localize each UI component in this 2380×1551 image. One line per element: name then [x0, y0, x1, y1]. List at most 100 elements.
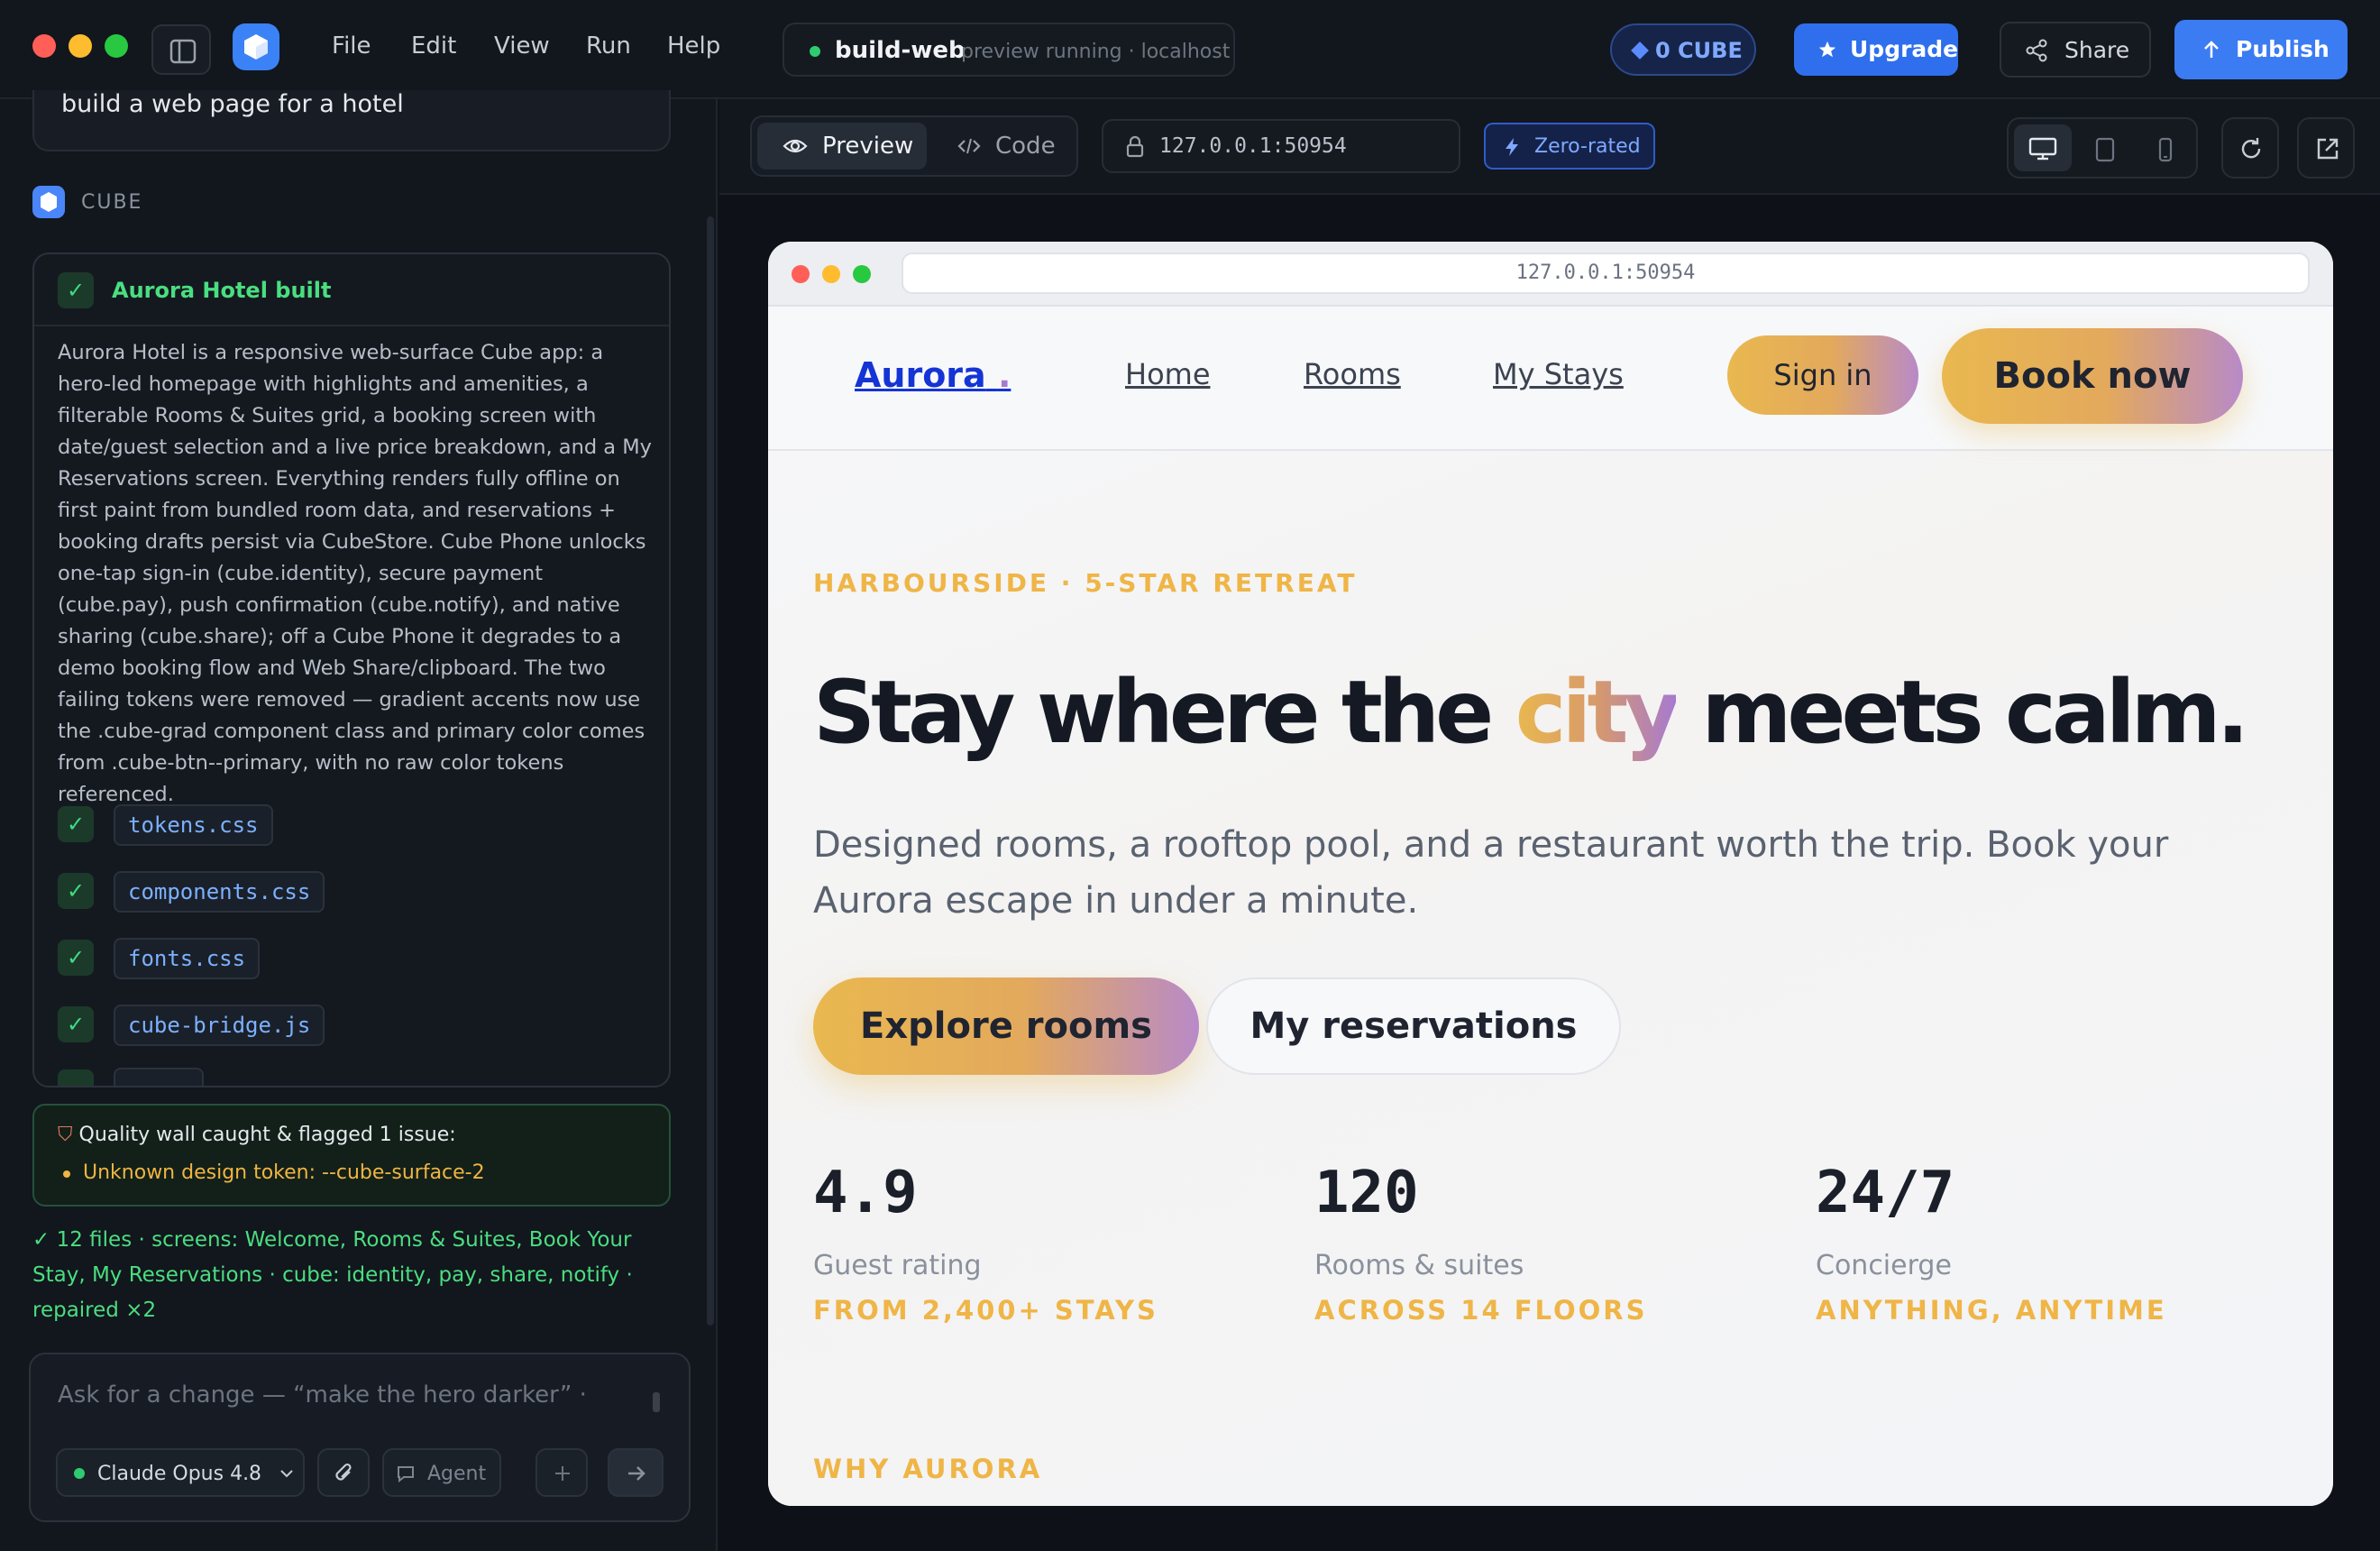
code-icon — [957, 138, 981, 154]
stat-label: Rooms & suites — [1314, 1250, 1524, 1281]
refresh-icon — [2241, 138, 2261, 159]
menu-file[interactable]: File — [332, 32, 371, 60]
quality-wall-notice: ⛉ Quality wall caught & flagged 1 issue:… — [32, 1104, 671, 1207]
book-now-button[interactable]: Book now — [1942, 328, 2243, 424]
project-selector[interactable]: build-web preview running · localhost — [783, 23, 1235, 77]
title-bar: File Edit View Run Help build-web previe… — [0, 0, 2380, 99]
hero-lede: Designed rooms, a rooftop pool, and a re… — [813, 824, 2169, 922]
hero-eyebrow: HARBOURSIDE · 5-STAR RETREAT — [813, 568, 1358, 598]
check-icon: ✓ — [58, 1006, 94, 1042]
chat-composer[interactable]: Ask for a change — “make the hero darker… — [29, 1353, 691, 1522]
plus-icon — [555, 1466, 570, 1481]
diamond-icon — [1631, 41, 1649, 60]
add-button[interactable] — [536, 1448, 588, 1497]
stat-detail: FROM 2,400+ STAYS — [813, 1295, 1158, 1326]
close-window-button[interactable] — [32, 34, 56, 58]
zero-rated-label: Zero-rated — [1534, 135, 1641, 158]
lock-icon — [1126, 135, 1144, 158]
minimize-window-button[interactable] — [69, 34, 92, 58]
hero-heading: Stay where the city meets calm. — [813, 662, 2249, 763]
reload-button[interactable] — [2221, 117, 2279, 179]
browser-chrome: 127.0.0.1:50954 — [768, 242, 2333, 307]
send-button[interactable] — [608, 1448, 664, 1497]
upgrade-label: Upgrade — [1850, 36, 1959, 62]
my-reservations-button[interactable]: My reservations — [1206, 977, 1621, 1075]
share-label: Share — [2064, 37, 2130, 63]
view-mode-tabs: Preview Code — [750, 115, 1078, 177]
external-link-icon — [2317, 138, 2339, 160]
stat-detail: ACROSS 14 FLOORS — [1314, 1295, 1648, 1326]
check-icon: ✓ — [58, 873, 94, 909]
share-icon — [2026, 39, 2047, 62]
arrow-right-icon — [628, 1466, 645, 1481]
cube-balance-badge[interactable]: 0 CUBE — [1610, 23, 1756, 76]
nav-home[interactable]: Home — [1125, 357, 1211, 391]
stat-value: 4.9 — [813, 1160, 918, 1226]
sidebar-icon — [169, 39, 197, 64]
menu-view[interactable]: View — [494, 32, 550, 60]
publish-button[interactable]: Publish — [2174, 20, 2348, 79]
preview-workspace: Preview Code 127.0.0.1:50954 Zero-rated — [719, 99, 2380, 1551]
tab-code[interactable]: Code — [932, 123, 1073, 170]
lightning-icon — [1506, 138, 1518, 156]
section-eyebrow: WHY AURORA — [813, 1454, 1043, 1484]
browser-address-bar[interactable]: 127.0.0.1:50954 — [902, 252, 2310, 294]
result-card-header[interactable]: ✓ Aurora Hotel built — [34, 254, 669, 326]
composer-resize-handle[interactable] — [653, 1392, 660, 1412]
preview-browser: 127.0.0.1:50954 Aurora . Home Rooms My S… — [768, 242, 2333, 1506]
sidebar-toggle-button[interactable] — [151, 24, 211, 75]
share-button[interactable]: Share — [2000, 22, 2151, 78]
device-desktop-button[interactable] — [2014, 124, 2072, 171]
menu-help[interactable]: Help — [667, 32, 720, 60]
file-name[interactable]: components.css — [114, 871, 325, 913]
menu-edit[interactable]: Edit — [411, 32, 456, 60]
eye-icon — [783, 139, 808, 153]
nav-rooms[interactable]: Rooms — [1304, 357, 1401, 391]
maximize-window-button[interactable] — [105, 34, 128, 58]
site-brand-logo[interactable]: Aurora . — [855, 355, 1011, 395]
preview-url-field[interactable]: 127.0.0.1:50954 — [1102, 119, 1460, 173]
chat-scrollbar[interactable] — [707, 216, 714, 1326]
file-name[interactable]: cube-bridge.js — [114, 1005, 325, 1046]
result-title: Aurora Hotel built — [112, 278, 332, 303]
stat-value: 120 — [1314, 1160, 1419, 1226]
paperclip-icon — [335, 1463, 352, 1481]
tab-preview[interactable]: Preview — [757, 123, 927, 170]
file-name[interactable]: fonts.css — [114, 938, 261, 979]
model-label: Claude Opus 4.8 — [97, 1463, 262, 1485]
check-icon: ✓ — [58, 940, 94, 976]
agent-mode-label: Agent — [427, 1463, 487, 1485]
check-icon: ✓ — [58, 806, 94, 842]
result-card: ✓ Aurora Hotel built Aurora Hotel is a r… — [32, 252, 671, 1088]
menu-run[interactable]: Run — [586, 32, 631, 60]
sign-in-button[interactable]: Sign in — [1727, 335, 1918, 415]
hotel-site: Aurora . Home Rooms My Stays Sign in Boo… — [768, 307, 2333, 1506]
nav-my-stays[interactable]: My Stays — [1493, 357, 1624, 391]
arrow-up-icon — [2204, 41, 2219, 58]
result-description: Aurora Hotel is a responsive web-surface… — [58, 341, 652, 806]
user-message: build a web page for a hotel — [32, 90, 671, 151]
browser-minimize-dot — [822, 265, 840, 283]
explore-rooms-button[interactable]: Explore rooms — [813, 977, 1199, 1075]
upgrade-button[interactable]: Upgrade — [1794, 23, 1958, 76]
device-switcher — [2007, 117, 2198, 179]
browser-zoom-dot — [853, 265, 871, 283]
project-status: preview running · localhost — [961, 41, 1231, 63]
zero-rated-badge[interactable]: Zero-rated — [1484, 123, 1655, 170]
check-icon — [58, 1069, 94, 1086]
composer-input[interactable]: Ask for a change — “make the hero darker… — [58, 1381, 587, 1409]
open-external-button[interactable] — [2297, 117, 2355, 179]
file-name[interactable]: tokens.css — [114, 804, 273, 846]
workspace-toolbar: Preview Code 127.0.0.1:50954 Zero-rated — [719, 99, 2380, 195]
attach-button[interactable] — [317, 1448, 370, 1497]
chevron-down-icon — [280, 1470, 293, 1478]
agent-mode-button[interactable]: Agent — [382, 1448, 501, 1497]
phone-icon[interactable] — [2158, 137, 2173, 162]
stat-detail: ANYTHING, ANYTIME — [1816, 1295, 2167, 1326]
publish-label: Publish — [2236, 36, 2330, 62]
tablet-icon[interactable] — [2095, 137, 2115, 162]
stat-label: Concierge — [1816, 1250, 1952, 1281]
site-navbar: Aurora . Home Rooms My Stays Sign in Boo… — [768, 307, 2333, 451]
model-selector[interactable]: Claude Opus 4.8 — [56, 1448, 305, 1497]
browser-close-dot — [792, 265, 810, 283]
